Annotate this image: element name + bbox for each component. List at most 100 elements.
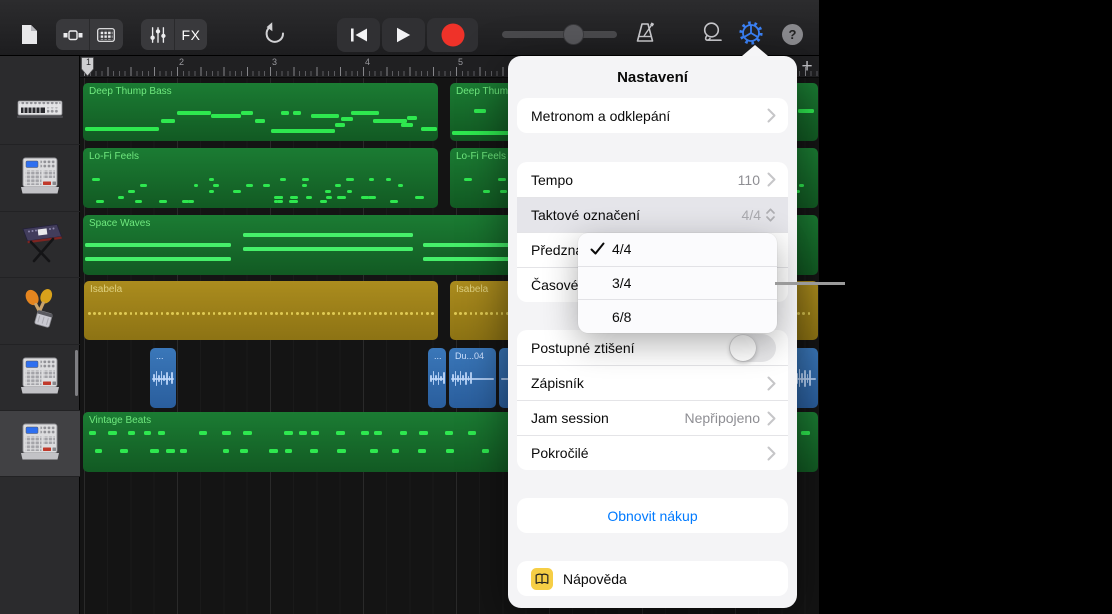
midi-note: [243, 233, 413, 237]
metronome-button[interactable]: [632, 21, 658, 45]
midi-note: [337, 312, 341, 315]
loop-browser-button[interactable]: [698, 21, 724, 45]
track-header-4[interactable]: [0, 278, 80, 345]
help-menu-button[interactable]: Nápověda: [517, 561, 788, 596]
slider-knob[interactable]: [563, 24, 584, 45]
controls-segmented-control: FX: [141, 19, 207, 50]
ruler-bar-number: 4: [365, 57, 371, 67]
midi-note: [145, 312, 148, 315]
midi-note: [85, 127, 159, 131]
midi-region[interactable]: Isabela: [84, 281, 438, 340]
tempo-value: 110: [737, 171, 760, 188]
midi-note: [454, 370, 457, 386]
undo-button[interactable]: [261, 20, 289, 46]
midi-note: [797, 312, 800, 315]
track-header-5[interactable]: [0, 345, 80, 411]
midi-note: [289, 196, 299, 199]
midi-note: [296, 312, 299, 315]
popover-arrow: [742, 45, 768, 56]
tempo-row[interactable]: Tempo 110: [517, 162, 788, 197]
midi-note: [405, 312, 408, 315]
audio-region[interactable]: ...: [428, 348, 446, 408]
play-button[interactable]: [382, 18, 425, 52]
time-signature-value: 4/4: [741, 207, 761, 223]
midi-note: [244, 312, 247, 315]
midi-note: [285, 312, 289, 315]
track-controls-button[interactable]: [141, 19, 174, 50]
midi-note: [280, 312, 283, 315]
midi-note: [363, 312, 367, 315]
track-header-2[interactable]: [0, 145, 80, 212]
restore-purchase-button[interactable]: Obnovit nákup: [517, 498, 788, 533]
midi-note: [199, 431, 207, 435]
midi-note: [160, 312, 164, 315]
midi-note: [119, 312, 122, 315]
midi-note: [392, 449, 400, 453]
jam-session-row[interactable]: Jam session Nepřipojeno: [517, 400, 788, 435]
midi-note: [209, 190, 214, 193]
advanced-row[interactable]: Pokročilé: [517, 435, 788, 470]
track-header-1[interactable]: [0, 78, 80, 145]
audio-region[interactable]: Du...04: [449, 348, 496, 408]
metronome-label: Metronom a odklepání: [531, 107, 671, 124]
fade-out-toggle[interactable]: [729, 333, 776, 362]
chevron-right-icon: [767, 172, 776, 187]
midi-note: [336, 431, 345, 435]
add-section-button[interactable]: +: [797, 56, 817, 77]
fade-out-row[interactable]: Postupné ztišení: [517, 330, 788, 365]
grid-view-button[interactable]: [89, 19, 122, 50]
midi-note: [389, 312, 393, 315]
midi-note: [464, 312, 467, 315]
track-header-width-slider[interactable]: [502, 31, 617, 38]
loop-browser-icon: [703, 22, 722, 42]
midi-note: [275, 312, 278, 315]
midi-note: [222, 449, 230, 453]
help-question-mark: ?: [788, 27, 797, 42]
tracks-view-button[interactable]: [56, 19, 89, 50]
notepad-row[interactable]: Zápisník: [517, 365, 788, 400]
drum-machine-icon: [18, 156, 62, 200]
midi-region[interactable]: Deep Thump Bass: [83, 83, 438, 141]
rewind-button[interactable]: [337, 18, 380, 52]
time-signature-option-4-4[interactable]: 4/4: [578, 233, 777, 266]
midi-note: [498, 178, 506, 181]
audio-region[interactable]: ...: [150, 348, 176, 408]
track-header-6[interactable]: [0, 411, 80, 477]
midi-note: [212, 312, 216, 315]
midi-note: [348, 312, 351, 315]
region-label: ...: [156, 351, 164, 361]
time-signature-row[interactable]: Taktové označení 4/4: [517, 197, 788, 232]
midi-note: [85, 257, 231, 261]
chevron-right-icon: [767, 376, 776, 391]
bass-synth-icon: [17, 97, 63, 126]
midi-note: [418, 449, 427, 453]
time-signature-option-3-4[interactable]: 3/4: [578, 265, 777, 300]
metronome-row[interactable]: Metronom a odklepání: [517, 98, 788, 133]
midi-note: [431, 312, 434, 315]
my-songs-button[interactable]: [20, 23, 38, 45]
book-icon: [531, 567, 553, 590]
midi-note: [153, 374, 155, 382]
region-label: Deep Thump Bass: [89, 86, 172, 97]
midi-note: [95, 449, 102, 453]
region-label: Lo-Fi Feels: [456, 151, 507, 162]
mixer-sliders-icon: [149, 26, 166, 43]
midi-note: [368, 178, 374, 181]
settings-button[interactable]: [737, 20, 764, 46]
midi-note: [103, 312, 107, 315]
record-button[interactable]: [427, 18, 478, 52]
midi-note: [211, 114, 241, 118]
time-signature-option-6-8[interactable]: 6/8: [578, 299, 777, 333]
midi-note: [301, 312, 304, 315]
chevron-up-down-icon: [765, 207, 776, 223]
midi-region[interactable]: Lo-Fi Feels: [83, 148, 438, 208]
help-button[interactable]: ?: [782, 24, 803, 45]
midi-note: [232, 190, 241, 193]
midi-note: [243, 247, 413, 251]
midi-note: [368, 312, 372, 315]
midi-note: [208, 178, 214, 181]
midi-note: [358, 312, 361, 315]
fx-button[interactable]: FX: [174, 19, 207, 50]
track-header-3[interactable]: [0, 212, 80, 278]
midi-note: [259, 312, 263, 315]
